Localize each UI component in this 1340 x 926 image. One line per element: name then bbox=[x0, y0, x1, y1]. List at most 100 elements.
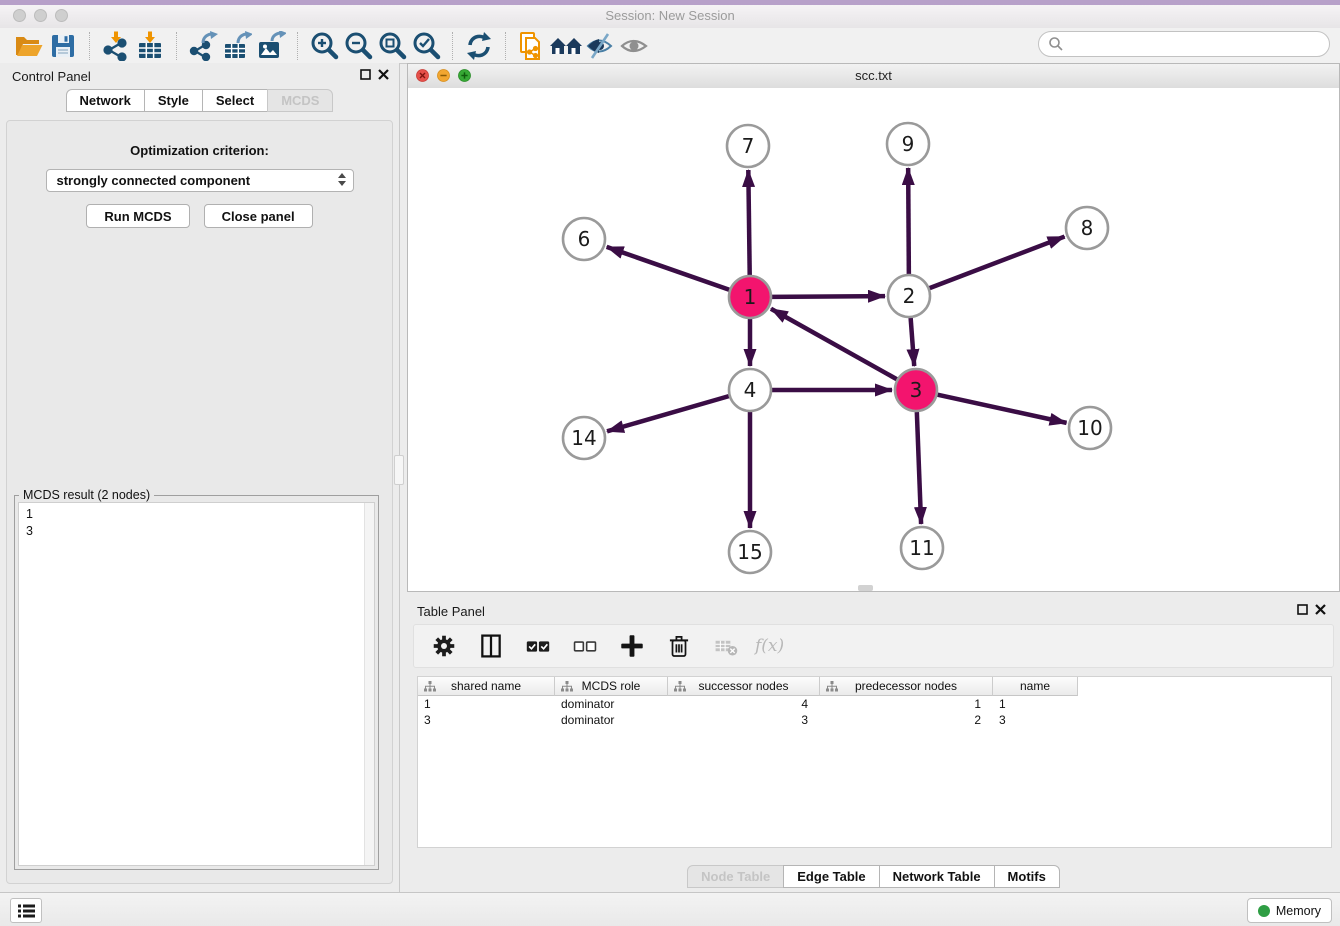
duplicate-network-icon[interactable] bbox=[515, 30, 549, 62]
houses-icon[interactable] bbox=[549, 30, 583, 62]
tab-motifs[interactable]: Motifs bbox=[994, 865, 1060, 888]
table-cell[interactable]: 3 bbox=[668, 712, 820, 728]
add-column-icon[interactable] bbox=[618, 632, 646, 660]
task-history-button[interactable] bbox=[10, 898, 42, 923]
graph-edge-2-3[interactable] bbox=[911, 318, 915, 366]
zoom-out-icon[interactable] bbox=[341, 30, 375, 62]
graph-node-label-8: 8 bbox=[1081, 216, 1094, 240]
export-image-icon[interactable] bbox=[254, 30, 288, 62]
table-cell[interactable]: 4 bbox=[668, 696, 820, 712]
graph-edge-3-10[interactable] bbox=[937, 395, 1066, 423]
export-network-icon[interactable] bbox=[186, 30, 220, 62]
tab-style[interactable]: Style bbox=[144, 89, 203, 112]
trash-icon[interactable] bbox=[665, 632, 693, 660]
table-cell[interactable]: 1 bbox=[820, 696, 993, 712]
network-graph[interactable]: 7968124314101511 bbox=[408, 88, 1339, 592]
column-header-name[interactable]: name bbox=[993, 677, 1078, 696]
graph-edge-2-9[interactable] bbox=[908, 168, 909, 274]
main-toolbar bbox=[0, 28, 1340, 64]
tab-node-table[interactable]: Node Table bbox=[687, 865, 784, 888]
application-window: Session: New Session bbox=[0, 0, 1340, 926]
network-window-titlebar: scc.txt bbox=[408, 64, 1339, 89]
optimization-criterion-select[interactable]: strongly connected component bbox=[46, 169, 354, 192]
select-all-icon[interactable] bbox=[524, 632, 552, 660]
horizontal-splitter-handle[interactable] bbox=[858, 585, 873, 591]
search-input[interactable] bbox=[1069, 33, 1329, 55]
graph-node-label-15: 15 bbox=[737, 540, 762, 564]
graph-node-label-4: 4 bbox=[744, 378, 757, 402]
float-panel-icon[interactable] bbox=[360, 69, 371, 80]
refresh-icon[interactable] bbox=[462, 30, 496, 62]
deselect-all-icon[interactable] bbox=[571, 632, 599, 660]
network-canvas[interactable]: 7968124314101511 bbox=[408, 88, 1339, 591]
import-table-icon[interactable] bbox=[133, 30, 167, 62]
memory-status-icon bbox=[1258, 905, 1270, 917]
graph-edge-2-8[interactable] bbox=[930, 237, 1065, 289]
mcds-result-scrollbar[interactable] bbox=[364, 503, 374, 865]
eye-slash-icon[interactable] bbox=[583, 30, 617, 62]
control-panel-title: Control Panel bbox=[12, 69, 91, 84]
close-panel-icon[interactable] bbox=[378, 69, 389, 80]
tab-network-table[interactable]: Network Table bbox=[879, 865, 995, 888]
export-table-icon[interactable] bbox=[220, 30, 254, 62]
column-header-shared-name[interactable]: shared name bbox=[418, 677, 555, 696]
memory-button[interactable]: Memory bbox=[1247, 898, 1332, 923]
graph-node-label-14: 14 bbox=[571, 426, 596, 450]
save-icon[interactable] bbox=[46, 30, 80, 62]
table-cell[interactable]: 3 bbox=[418, 712, 555, 728]
column-chooser-icon[interactable] bbox=[477, 632, 505, 660]
network-window-title: scc.txt bbox=[408, 68, 1339, 83]
table-cell[interactable]: 1 bbox=[993, 696, 1078, 712]
node-table: shared name MCDS role successor nodes pr… bbox=[417, 676, 1332, 848]
close-table-panel-icon[interactable] bbox=[1315, 604, 1326, 615]
table-header-row: shared name MCDS role successor nodes pr… bbox=[418, 677, 1331, 696]
column-header-successor-nodes[interactable]: successor nodes bbox=[668, 677, 820, 696]
graph-node-label-11: 11 bbox=[909, 536, 934, 560]
tab-mcds[interactable]: MCDS bbox=[267, 89, 333, 112]
graph-edge-1-6[interactable] bbox=[607, 247, 730, 290]
function-builder-icon: f(x) bbox=[755, 636, 784, 656]
network-view-window: scc.txt 7968124314101511 bbox=[407, 63, 1340, 592]
tab-edge-table[interactable]: Edge Table bbox=[783, 865, 879, 888]
table-row[interactable]: 1dominator411 bbox=[418, 696, 1331, 712]
close-panel-button[interactable]: Close panel bbox=[204, 204, 313, 228]
table-cell[interactable]: 3 bbox=[993, 712, 1078, 728]
vertical-splitter-handle[interactable] bbox=[394, 455, 404, 485]
table-cell[interactable]: dominator bbox=[555, 696, 668, 712]
table-row[interactable]: 3dominator323 bbox=[418, 712, 1331, 728]
table-cell[interactable]: dominator bbox=[555, 712, 668, 728]
eye-icon[interactable] bbox=[617, 30, 651, 62]
column-header-MCDS-role[interactable]: MCDS role bbox=[555, 677, 668, 696]
graph-edge-3-11[interactable] bbox=[917, 412, 921, 524]
gear-icon[interactable] bbox=[430, 632, 458, 660]
graph-edge-4-14[interactable] bbox=[607, 396, 729, 431]
graph-edge-1-2[interactable] bbox=[772, 296, 885, 297]
tab-select[interactable]: Select bbox=[202, 89, 268, 112]
column-header-predecessor-nodes[interactable]: predecessor nodes bbox=[820, 677, 993, 696]
import-network-icon[interactable] bbox=[99, 30, 133, 62]
control-panel-tabs: NetworkStyleSelectMCDS bbox=[0, 89, 399, 112]
graph-node-label-7: 7 bbox=[742, 134, 755, 158]
float-table-panel-icon[interactable] bbox=[1297, 604, 1308, 615]
mcds-result-group: MCDS result (2 nodes) 1 3 bbox=[14, 495, 379, 870]
table-cell[interactable]: 1 bbox=[418, 696, 555, 712]
table-cell[interactable]: 2 bbox=[820, 712, 993, 728]
open-folder-icon[interactable] bbox=[12, 30, 46, 62]
graph-edge-1-7[interactable] bbox=[748, 170, 749, 275]
graph-node-label-6: 6 bbox=[578, 227, 591, 251]
table-body: 1dominator4113dominator323 bbox=[418, 696, 1331, 728]
mcds-result-text: 1 3 bbox=[19, 503, 364, 865]
optimization-criterion-value: strongly connected component bbox=[57, 173, 251, 188]
zoom-in-icon[interactable] bbox=[307, 30, 341, 62]
graph-edge-3-1[interactable] bbox=[771, 309, 897, 380]
run-mcds-button[interactable]: Run MCDS bbox=[86, 204, 189, 228]
graph-node-label-1: 1 bbox=[744, 285, 757, 309]
tab-network[interactable]: Network bbox=[66, 89, 145, 112]
memory-label: Memory bbox=[1276, 904, 1321, 918]
graph-node-label-2: 2 bbox=[903, 284, 916, 308]
list-icon bbox=[18, 904, 35, 918]
zoom-selected-icon[interactable] bbox=[409, 30, 443, 62]
zoom-fit-icon[interactable] bbox=[375, 30, 409, 62]
table-toolbar: f(x) bbox=[413, 624, 1334, 668]
mcds-result-area[interactable]: 1 3 bbox=[18, 502, 375, 866]
